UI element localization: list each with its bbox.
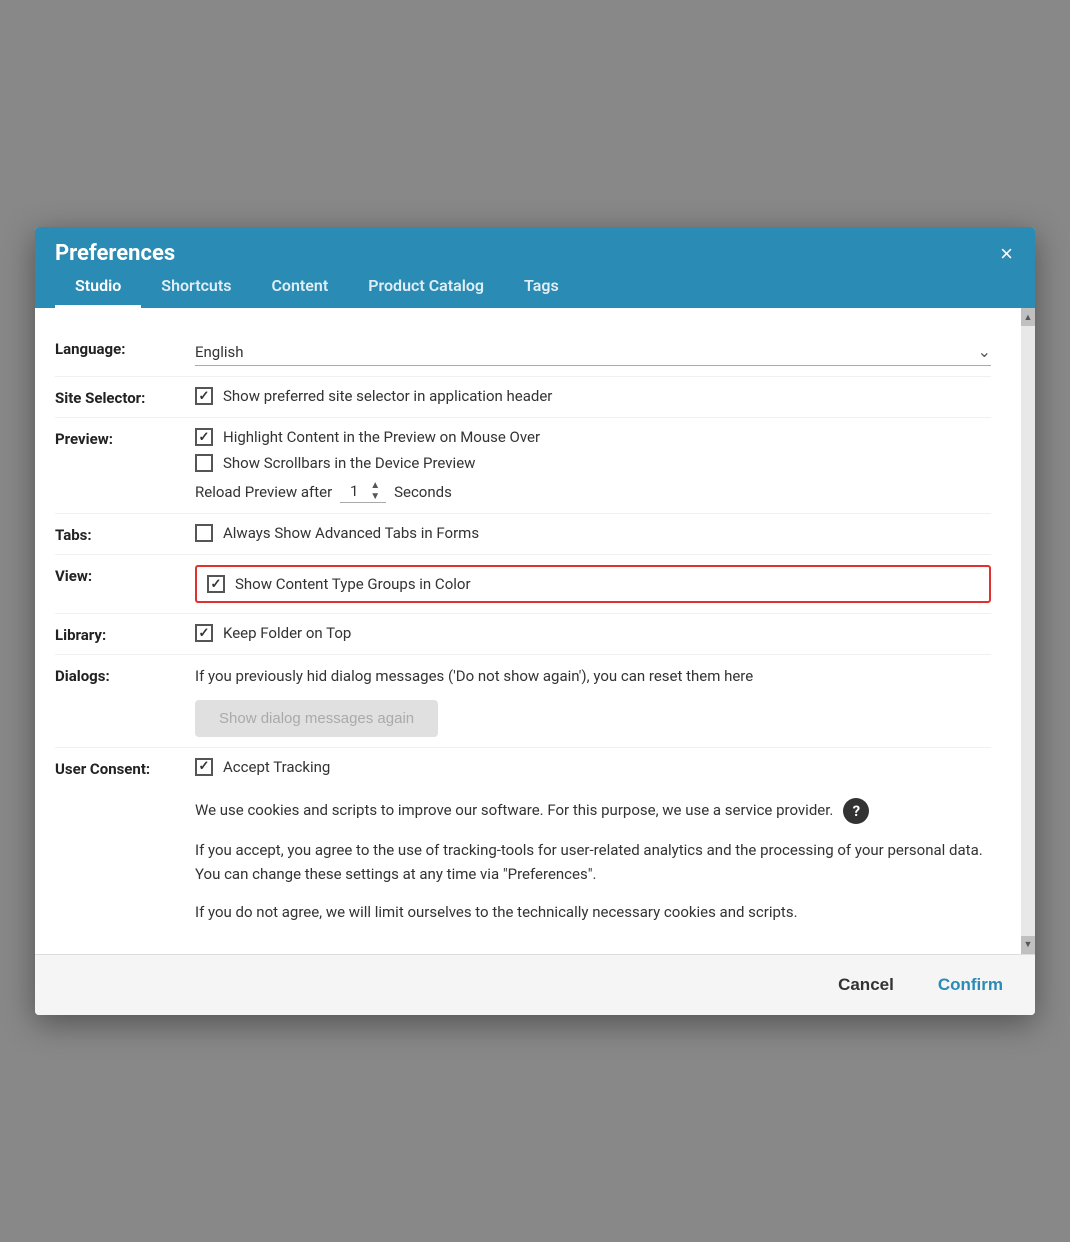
scrollbar[interactable]: ▲ ▼ (1021, 308, 1035, 954)
tabs-section-label: Tabs: (55, 524, 195, 544)
scroll-down-button[interactable]: ▼ (1021, 936, 1035, 954)
accept-tracking-checkbox[interactable] (195, 758, 213, 776)
consent-text3: If you do not agree, we will limit ourse… (195, 900, 991, 924)
dialogs-label: Dialogs: (55, 665, 195, 685)
spin-down-button[interactable]: ▼ (368, 491, 382, 502)
view-checkbox-label: Show Content Type Groups in Color (235, 575, 471, 593)
dialog-footer: Cancel Confirm (35, 954, 1035, 1015)
user-consent-field: Accept Tracking We use cookies and scrip… (195, 758, 991, 924)
scrollbars-checkbox-row: Show Scrollbars in the Device Preview (195, 454, 991, 472)
highlight-label: Highlight Content in the Preview on Mous… (223, 428, 540, 446)
tab-tags[interactable]: Tags (504, 266, 579, 308)
preview-field: Highlight Content in the Preview on Mous… (195, 428, 991, 503)
tabs-checkbox-label: Always Show Advanced Tabs in Forms (223, 524, 479, 542)
show-dialog-messages-button[interactable]: Show dialog messages again (195, 700, 438, 737)
dialog-header: Preferences × Studio Shortcuts Content P… (35, 227, 1035, 308)
seconds-label: Seconds (394, 483, 452, 501)
tabs-section-field: Always Show Advanced Tabs in Forms (195, 524, 991, 542)
site-selector-label: Site Selector: (55, 387, 195, 407)
tab-bar: Studio Shortcuts Content Product Catalog… (55, 266, 1015, 308)
spin-up-button[interactable]: ▲ (368, 480, 382, 491)
dialogs-description: If you previously hid dialog messages ('… (195, 665, 991, 688)
reload-row: Reload Preview after 1 ▲ ▼ Seconds (195, 480, 991, 503)
dialog-title: Preferences (55, 241, 175, 266)
reload-spinner[interactable]: 1 ▲ ▼ (340, 480, 386, 503)
site-selector-checkbox-row: Show preferred site selector in applicat… (195, 387, 991, 405)
language-row: Language: English ⌄ (55, 328, 991, 377)
highlight-checkbox-row: Highlight Content in the Preview on Mous… (195, 428, 991, 446)
view-label: View: (55, 565, 195, 585)
consent-text1: We use cookies and scripts to improve ou… (195, 798, 833, 822)
cancel-button[interactable]: Cancel (826, 969, 906, 1001)
tabs-section-row: Tabs: Always Show Advanced Tabs in Forms (55, 514, 991, 555)
view-field: Show Content Type Groups in Color (195, 565, 991, 603)
preview-label: Preview: (55, 428, 195, 448)
user-consent-label: User Consent: (55, 758, 195, 778)
tab-shortcuts[interactable]: Shortcuts (141, 266, 251, 308)
language-label: Language: (55, 338, 195, 358)
scroll-up-button[interactable]: ▲ (1021, 308, 1035, 326)
dialogs-row: Dialogs: If you previously hid dialog me… (55, 655, 991, 748)
user-consent-row: User Consent: Accept Tracking We use coo… (55, 748, 991, 934)
tabs-checkbox-row: Always Show Advanced Tabs in Forms (195, 524, 991, 542)
library-field: Keep Folder on Top (195, 624, 991, 642)
site-selector-row: Site Selector: Show preferred site selec… (55, 377, 991, 418)
library-label: Library: (55, 624, 195, 644)
language-value: English (195, 343, 244, 361)
preview-row: Preview: Highlight Content in the Previe… (55, 418, 991, 514)
tab-studio[interactable]: Studio (55, 266, 141, 308)
library-checkbox-label: Keep Folder on Top (223, 624, 351, 642)
language-select[interactable]: English ⌄ (195, 338, 991, 366)
scrollbars-label: Show Scrollbars in the Device Preview (223, 454, 475, 472)
language-field: English ⌄ (195, 338, 991, 366)
chevron-down-icon: ⌄ (978, 342, 991, 361)
site-selector-checkbox[interactable] (195, 387, 213, 405)
scrollbars-checkbox[interactable] (195, 454, 213, 472)
preferences-dialog: Preferences × Studio Shortcuts Content P… (35, 227, 1035, 1015)
consent-text1-row: We use cookies and scripts to improve ou… (195, 798, 991, 824)
help-icon[interactable]: ? (843, 798, 869, 824)
highlight-checkbox[interactable] (195, 428, 213, 446)
accept-tracking-label: Accept Tracking (223, 758, 330, 776)
site-selector-field: Show preferred site selector in applicat… (195, 387, 991, 405)
accept-tracking-row: Accept Tracking (195, 758, 991, 776)
tab-product-catalog[interactable]: Product Catalog (348, 266, 504, 308)
library-checkbox[interactable] (195, 624, 213, 642)
view-row: View: Show Content Type Groups in Color (55, 555, 991, 614)
tabs-checkbox[interactable] (195, 524, 213, 542)
spinner-arrows: ▲ ▼ (368, 480, 382, 502)
confirm-button[interactable]: Confirm (926, 969, 1015, 1001)
view-highlight-box: Show Content Type Groups in Color (195, 565, 991, 603)
library-row: Library: Keep Folder on Top (55, 614, 991, 655)
view-checkbox[interactable] (207, 575, 225, 593)
site-selector-checkbox-label: Show preferred site selector in applicat… (223, 387, 552, 405)
consent-text2: If you accept, you agree to the use of t… (195, 838, 991, 886)
library-checkbox-row: Keep Folder on Top (195, 624, 991, 642)
close-button[interactable]: × (994, 241, 1019, 267)
dialog-body: ▲ ▼ Language: English ⌄ Site Selector: (35, 308, 1035, 954)
user-consent-section: Accept Tracking We use cookies and scrip… (195, 758, 991, 924)
reload-label: Reload Preview after (195, 483, 332, 501)
reload-value: 1 (344, 482, 364, 500)
tab-content[interactable]: Content (251, 266, 348, 308)
content-area: Language: English ⌄ Site Selector: Show … (35, 308, 1021, 954)
dialogs-field: If you previously hid dialog messages ('… (195, 665, 991, 737)
